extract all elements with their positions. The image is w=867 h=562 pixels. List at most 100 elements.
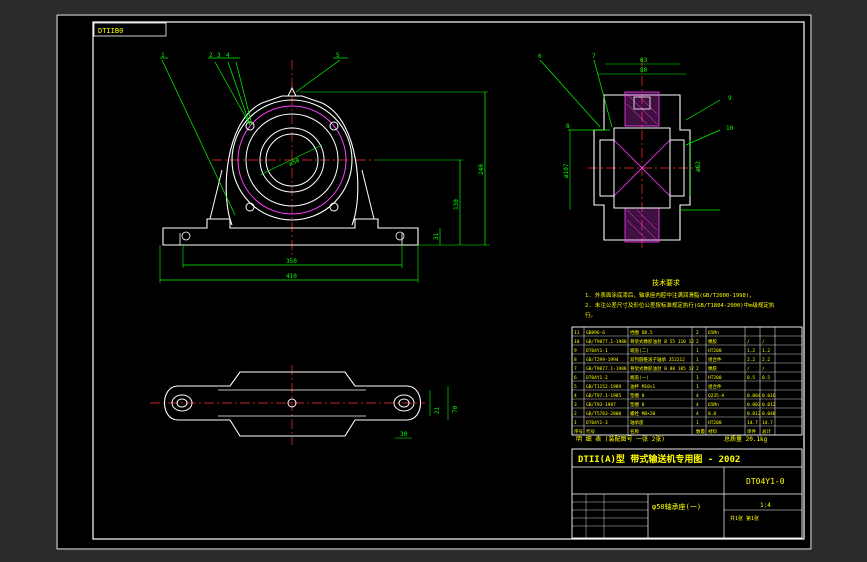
- bom-cell-code: GB/T97.1-1985: [586, 393, 622, 399]
- cad-drawing: DTIIB0 1 2 3 4 5 ø58 240 130 31 350 410 …: [56, 14, 812, 550]
- bom-cell-no: 3: [574, 402, 577, 408]
- bom-cell-w1: 2.2: [747, 357, 755, 363]
- dim-plan-3: 30: [400, 431, 408, 438]
- bom-cell-w2: /: [762, 366, 765, 372]
- leader-label-7: 7: [592, 53, 596, 60]
- dim-section-right-dia: ø62: [695, 161, 702, 172]
- cad-drawing-canvas: DTIIB0 1 2 3 4 5 ø58 240 130 31 350 410 …: [0, 0, 867, 562]
- bom-cell-mat: HT200: [708, 375, 722, 381]
- bom-cell-w1: /: [747, 366, 750, 372]
- leader-label-10: 10: [726, 125, 734, 132]
- bom-cell-w2: 2.2: [762, 357, 770, 363]
- leader-label-5: 5: [336, 52, 340, 59]
- bom-cell-w1: 0.012: [747, 411, 761, 417]
- tech-req-item-3: 行。: [585, 311, 596, 319]
- leader-label-4: 4: [226, 52, 230, 59]
- bom-cell-qty: 1: [696, 420, 699, 426]
- bom-cell-no: 7: [574, 366, 577, 372]
- bom-cell-name: 螺栓 M8×20: [630, 410, 656, 417]
- sheet-label: 共1张 第1张: [730, 515, 759, 522]
- bom-cell-name: 双列圆锥滚子轴承 352212: [630, 356, 685, 363]
- bom-cell-w1: /: [747, 339, 750, 345]
- bom-header-cell: 序号: [574, 428, 583, 435]
- bom-cell-no: 8: [574, 357, 577, 363]
- bom-cell-w2: 0.5: [762, 375, 770, 381]
- bom-cell-w2: /: [762, 339, 765, 345]
- bom-cell-no: 5: [574, 384, 577, 390]
- leader-label-2: 2: [209, 52, 213, 59]
- bom-cell-code: GB/T1152-1989: [586, 384, 622, 390]
- drawing-code-text: DTIIB0: [98, 27, 123, 35]
- bom-footer-label: 明 细 表 (装配图号 一张 2张): [576, 435, 665, 443]
- bom-header-cell: 总计: [762, 428, 771, 435]
- dim-front-center-height: 130: [453, 199, 460, 210]
- bom-header-cell: 单件: [747, 428, 756, 435]
- bom-cell-name: 垫圈 8: [630, 401, 645, 408]
- leader-label-1: 1: [161, 52, 165, 59]
- dim-plan-1: 21: [434, 406, 441, 414]
- bom-cell-no: 10: [574, 339, 580, 345]
- drawing-number: DT04Y1-0: [746, 477, 785, 486]
- bom-cell-code: GB/T9877.1-1988: [586, 366, 627, 372]
- dim-plan-2: 70: [452, 405, 459, 413]
- bom-cell-name: 挡圈 D8.5: [630, 329, 653, 336]
- bom-cell-mat: 橡胶: [708, 365, 717, 372]
- bom-cell-w2: 0.048: [762, 411, 776, 417]
- bom-total-weight: 总质量 20.1kg: [724, 435, 768, 443]
- bom-cell-mat: 组合件: [708, 383, 722, 390]
- bom-cell-qty: 1: [696, 357, 699, 363]
- bom-cell-qty: 2: [696, 330, 699, 336]
- part-name: φ50轴承座(一): [652, 502, 701, 511]
- leader-label-9: 9: [728, 95, 732, 102]
- bom-cell-w1: 0.003: [747, 402, 761, 408]
- bom-cell-no: 1: [574, 420, 577, 426]
- bom-cell-qty: 4: [696, 402, 699, 408]
- bom-header-cell: 名称: [630, 428, 639, 435]
- dim-front-bolt-span: 350: [286, 258, 297, 265]
- tech-req-item-1: 1. 外表面涂底漆后，轴承座内腔中注满润滑脂(GB/T2000-1998)，: [585, 291, 755, 299]
- bom-cell-name: 骨架式橡胶油封 B 55 110 12: [630, 338, 694, 345]
- bom-cell-qty: 4: [696, 411, 699, 417]
- bom-cell-name: 垫圈 8: [630, 392, 645, 399]
- bom-cell-mat: 65Mn: [708, 402, 719, 408]
- bom-cell-code: GB896-6: [586, 330, 605, 336]
- bom-cell-w1: 0.004: [747, 393, 761, 399]
- bom-cell-code: GB/T93-1987: [586, 402, 616, 408]
- bom-cell-mat: 65Mn: [708, 330, 719, 336]
- bom-cell-mat: HT200: [708, 420, 722, 426]
- drawing-sheet: [56, 14, 812, 550]
- bom-cell-w2: 0.016: [762, 393, 776, 399]
- bom-cell-w1: 14.7: [747, 420, 758, 426]
- bom-cell-w1: 1.2: [747, 348, 755, 354]
- tech-req-title: 技术要求: [652, 278, 680, 287]
- bom-cell-qty: 1: [696, 375, 699, 381]
- dim-front-height: 240: [478, 164, 485, 175]
- dim-section-top: 63: [640, 57, 648, 64]
- dim-front-total-len: 410: [286, 273, 297, 280]
- bom-cell-mat: HT200: [708, 348, 722, 354]
- series-title: DTII(A)型 带式输送机专用图 - 2002: [578, 453, 740, 465]
- bom-cell-name: 端盖(一): [630, 374, 649, 381]
- bom-cell-qty: 1: [696, 384, 699, 390]
- bom-cell-qty: 1: [696, 348, 699, 354]
- bom-cell-mat: 组合件: [708, 356, 722, 363]
- bom-cell-code: GB/T5783-2000: [586, 411, 622, 417]
- dim-section-top2: 80: [640, 67, 648, 74]
- leader-label-3: 3: [217, 52, 221, 59]
- bom-cell-no: 2: [574, 411, 577, 417]
- bom-cell-code: GB/T9877.1-1988: [586, 339, 627, 345]
- bom-cell-w1: 0.5: [747, 375, 755, 381]
- bom-header-cell: 材料: [708, 428, 717, 435]
- leader-label-8: 8: [566, 123, 570, 130]
- bom-header-cell: 代号: [586, 428, 595, 435]
- bom-cell-no: 9: [574, 348, 577, 354]
- bom-cell-w2: 1.2: [762, 348, 770, 354]
- bom-cell-qty: 2: [696, 366, 699, 372]
- leader-label-6: 6: [538, 53, 542, 60]
- bom-cell-w2: 0.012: [762, 402, 776, 408]
- dim-front-base-thk: 31: [433, 232, 440, 240]
- bom-cell-name: 端盖(二): [630, 347, 649, 354]
- bom-cell-code: DT04Y1-1: [586, 348, 608, 354]
- bom-cell-qty: 4: [696, 393, 699, 399]
- bom-cell-name: 轴承座: [630, 419, 644, 426]
